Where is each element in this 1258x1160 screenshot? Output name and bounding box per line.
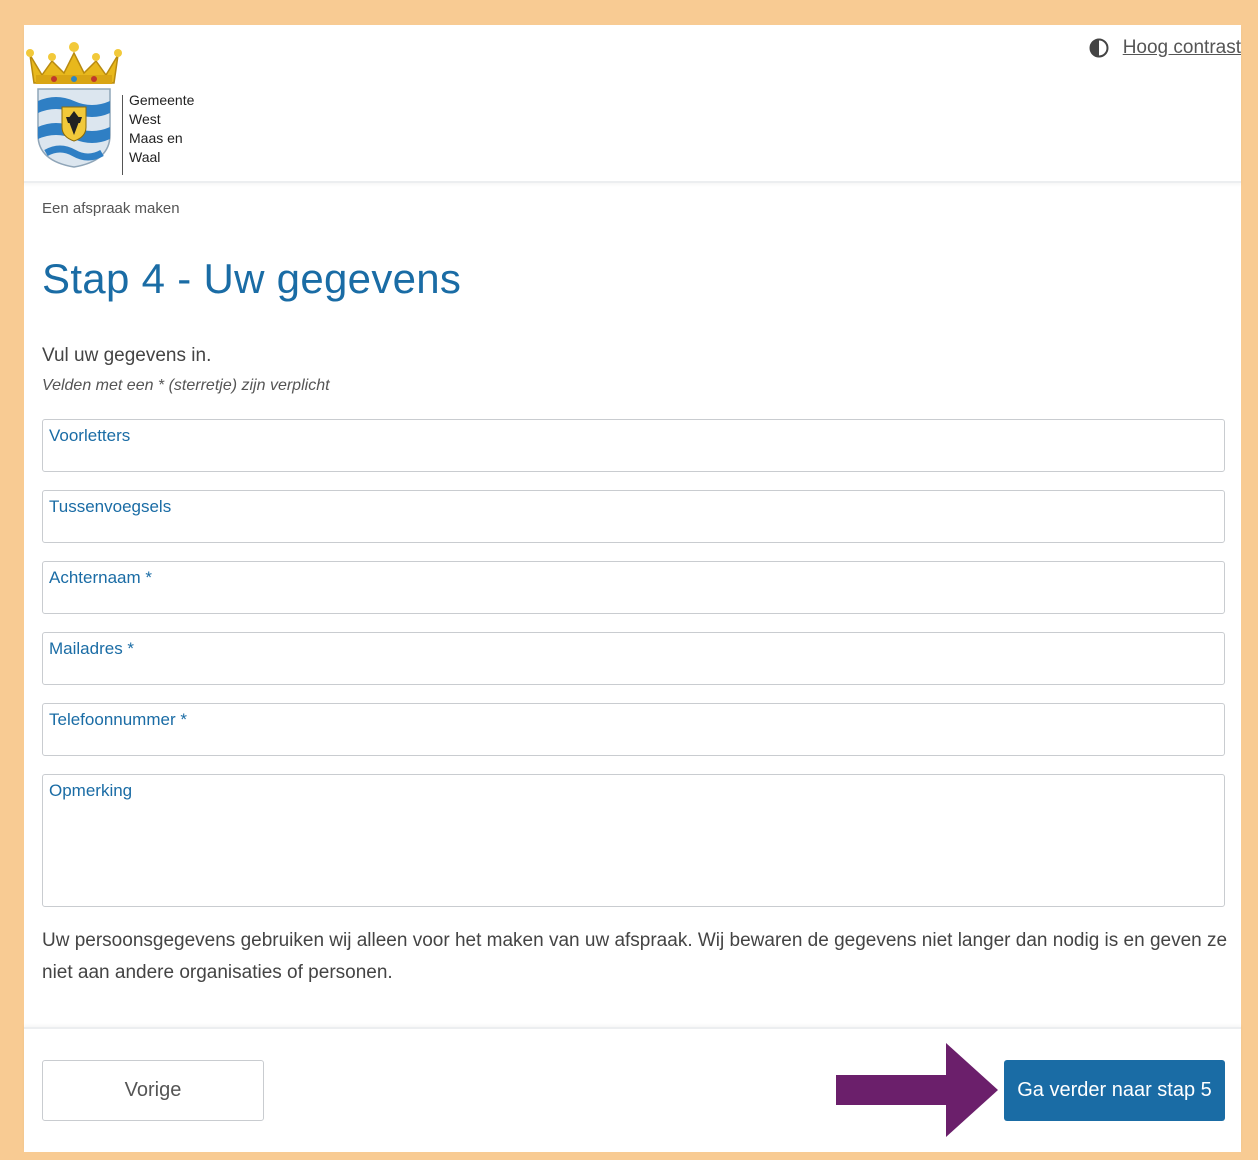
high-contrast-toggle[interactable]: Hoog contrast	[1089, 37, 1241, 59]
tussenvoegsels-label: Tussenvoegsels	[49, 497, 172, 516]
achternaam-field[interactable]: Achternaam *	[42, 561, 1225, 614]
form-footer: Vorige Ga verder naar stap 5	[24, 1027, 1241, 1152]
logo-text: Gemeente West Maas en Waal	[129, 91, 194, 167]
privacy-notice: Uw persoonsgegevens gebruiken wij alleen…	[42, 930, 1228, 983]
mailadres-field[interactable]: Mailadres *	[42, 632, 1225, 685]
tussenvoegsels-field[interactable]: Tussenvoegsels	[42, 490, 1225, 543]
annotation-arrow-icon	[836, 1043, 998, 1137]
achternaam-input[interactable]	[49, 589, 1218, 609]
opmerking-textarea[interactable]	[49, 807, 1218, 902]
mailadres-label: Mailadres *	[49, 639, 135, 658]
logo-line-1: Gemeente	[129, 92, 195, 108]
previous-button[interactable]: Vorige	[42, 1060, 264, 1121]
telefoonnummer-field[interactable]: Telefoonnummer *	[42, 703, 1225, 756]
opmerking-field[interactable]: Opmerking	[42, 774, 1225, 907]
logo-divider	[122, 95, 123, 175]
half-circle-contrast-icon	[1089, 38, 1109, 58]
page: Gemeente West Maas en Waal Hoog contrast…	[24, 25, 1241, 1152]
high-contrast-link[interactable]: Hoog contrast	[1123, 37, 1241, 59]
tussenvoegsels-input[interactable]	[49, 518, 1218, 538]
voorletters-input[interactable]	[49, 447, 1218, 467]
coat-of-arms-icon	[26, 42, 122, 168]
voorletters-field[interactable]: Voorletters	[42, 419, 1225, 472]
achternaam-label: Achternaam *	[49, 568, 152, 587]
telefoonnummer-label: Telefoonnummer *	[49, 710, 187, 729]
municipality-logo[interactable]: Gemeente West Maas en Waal	[24, 35, 224, 175]
site-header: Gemeente West Maas en Waal Hoog contrast	[24, 25, 1241, 183]
mailadres-input[interactable]	[49, 660, 1218, 680]
opmerking-label: Opmerking	[49, 781, 133, 800]
required-fields-note: Velden met een * (sterretje) zijn verpli…	[42, 377, 330, 394]
voorletters-label: Voorletters	[49, 426, 131, 445]
page-title: Stap 4 - Uw gegevens	[42, 255, 462, 302]
telefoonnummer-input[interactable]	[49, 731, 1218, 751]
next-step-button[interactable]: Ga verder naar stap 5	[1004, 1060, 1225, 1121]
breadcrumb: Een afspraak maken	[42, 200, 180, 217]
logo-line-4: Waal	[129, 149, 161, 165]
logo-line-3: Maas en	[129, 130, 183, 146]
logo-line-2: West	[129, 111, 161, 127]
intro-text: Vul uw gegevens in.	[42, 345, 212, 366]
